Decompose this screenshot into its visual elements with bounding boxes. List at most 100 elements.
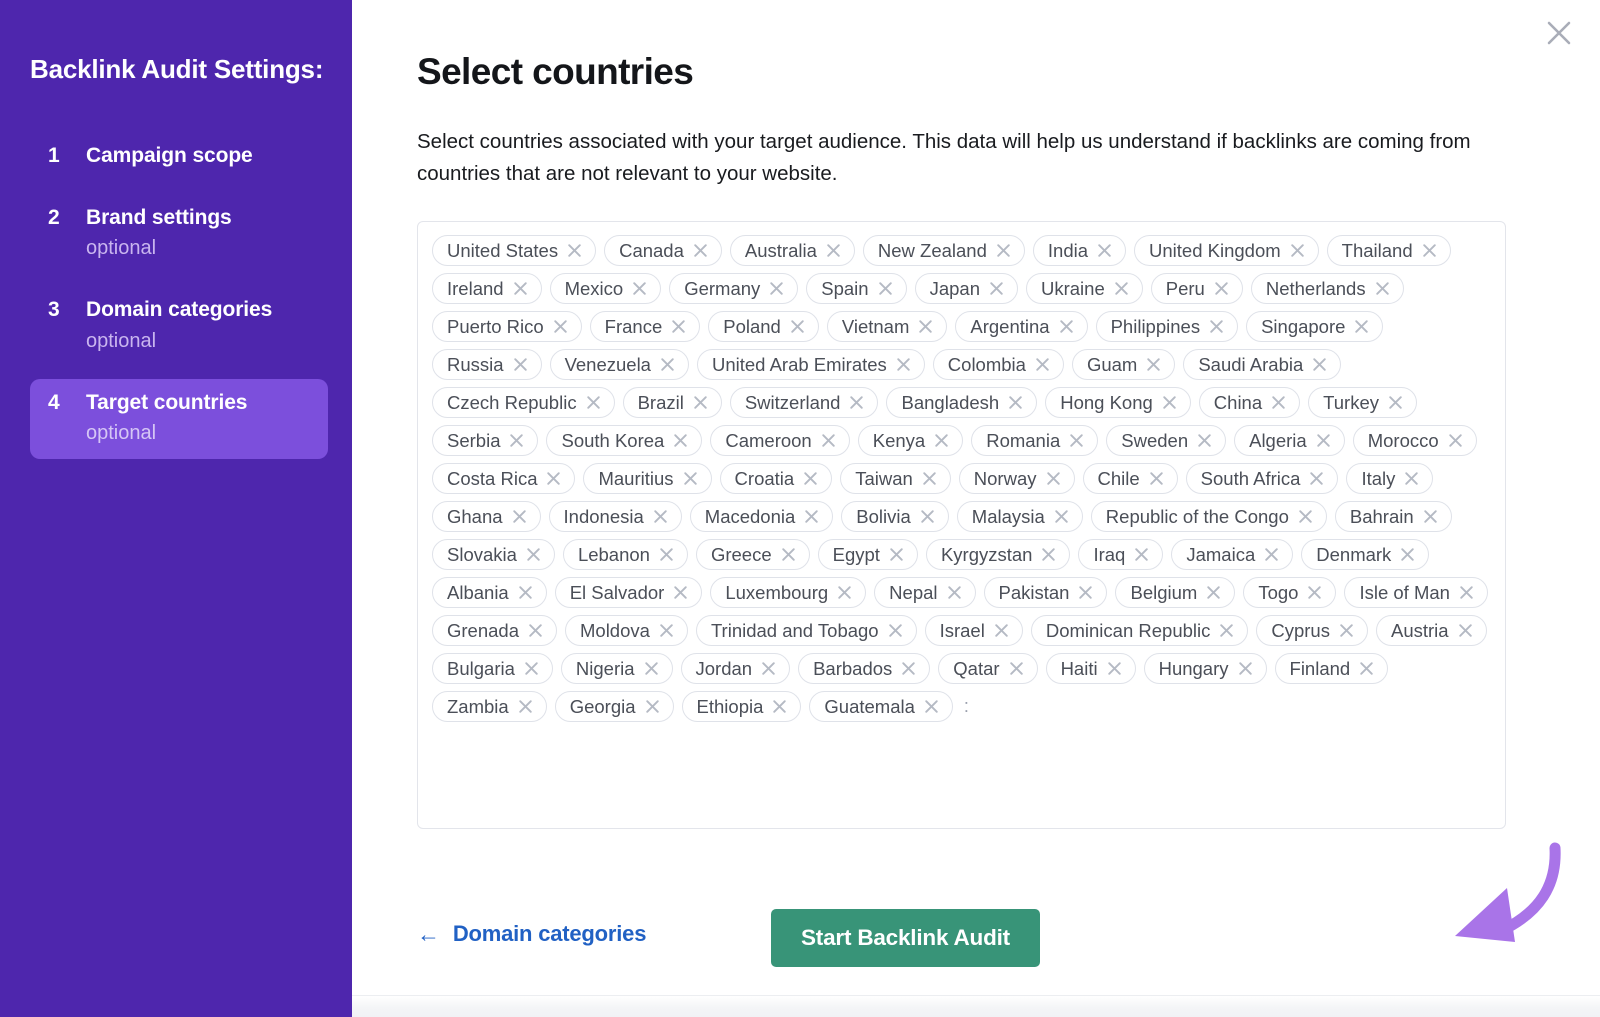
close-icon[interactable] [790,319,805,334]
country-chip[interactable]: Pakistan [983,577,1108,609]
country-chip[interactable]: Grenada [432,615,557,647]
close-icon[interactable] [1459,585,1474,600]
close-icon[interactable] [1536,10,1582,56]
close-icon[interactable] [1046,471,1061,486]
close-icon[interactable] [889,547,904,562]
country-chip[interactable]: Trinidad and Tobago [695,615,917,647]
close-icon[interactable] [918,319,933,334]
country-chip[interactable]: Turkey [1308,387,1417,419]
close-icon[interactable] [878,281,893,296]
close-icon[interactable] [526,547,541,562]
close-icon[interactable] [673,585,688,600]
country-chip[interactable]: Romania [971,425,1099,457]
country-chip[interactable]: Georgia [554,691,674,723]
country-chip[interactable]: Republic of the Congo [1090,501,1327,533]
close-icon[interactable] [509,433,524,448]
close-icon[interactable] [660,357,675,372]
close-icon[interactable] [586,395,601,410]
country-chip[interactable]: Bahrain [1334,501,1452,533]
close-icon[interactable] [1035,357,1050,372]
country-chip[interactable]: Austria [1375,615,1487,647]
country-chip[interactable]: Jordan [680,653,791,685]
country-chip[interactable]: Guam [1071,349,1176,381]
country-chip[interactable]: Greece [695,539,810,571]
close-icon[interactable] [553,319,568,334]
country-chip[interactable]: Ukraine [1026,273,1143,305]
country-chip[interactable]: Australia [729,235,855,267]
country-chip[interactable]: Norway [958,463,1075,495]
country-chip[interactable]: Colombia [932,349,1064,381]
country-chip[interactable]: Hungary [1143,653,1267,685]
country-chip[interactable]: Belgium [1115,577,1236,609]
country-chip[interactable]: Serbia [432,425,539,457]
close-icon[interactable] [1448,433,1463,448]
country-chip[interactable]: Nigeria [560,653,673,685]
country-chip[interactable]: Netherlands [1250,273,1404,305]
close-icon[interactable] [1458,623,1473,638]
close-icon[interactable] [1041,547,1056,562]
close-icon[interactable] [659,623,674,638]
close-icon[interactable] [1059,319,1074,334]
close-icon[interactable] [1009,661,1024,676]
close-icon[interactable] [546,471,561,486]
close-icon[interactable] [1298,509,1313,524]
close-icon[interactable] [632,281,647,296]
close-icon[interactable] [673,433,688,448]
close-icon[interactable] [653,509,668,524]
country-chip[interactable]: Costa Rica [432,463,576,495]
close-icon[interactable] [934,433,949,448]
close-icon[interactable] [683,471,698,486]
close-icon[interactable] [947,585,962,600]
start-backlink-audit-button[interactable]: Start Backlink Audit [771,909,1040,967]
close-icon[interactable] [1214,281,1229,296]
country-chip[interactable]: Slovakia [432,539,555,571]
country-chip[interactable]: Argentina [955,311,1088,343]
country-chip[interactable]: Hong Kong [1045,387,1191,419]
close-icon[interactable] [1271,395,1286,410]
close-icon[interactable] [1206,585,1221,600]
close-icon[interactable] [994,623,1009,638]
country-chip[interactable]: Iraq [1078,539,1164,571]
close-icon[interactable] [901,661,916,676]
close-icon[interactable] [1312,357,1327,372]
sidebar-item-brand-settings[interactable]: 2 Brand settings optional [30,194,328,274]
close-icon[interactable] [772,699,787,714]
close-icon[interactable] [659,547,674,562]
close-icon[interactable] [804,509,819,524]
country-chip[interactable]: Albania [432,577,547,609]
close-icon[interactable] [1375,281,1390,296]
close-icon[interactable] [645,699,660,714]
close-icon[interactable] [512,509,527,524]
country-chip[interactable]: France [589,311,701,343]
country-search-input[interactable]: : [964,691,969,722]
country-chip[interactable]: Jamaica [1171,539,1294,571]
close-icon[interactable] [1354,319,1369,334]
country-chip[interactable]: South Korea [546,425,703,457]
close-icon[interactable] [781,547,796,562]
close-icon[interactable] [924,699,939,714]
country-chip[interactable]: Zambia [432,691,547,723]
country-chip[interactable]: India [1032,235,1127,267]
country-chip[interactable]: Cameroon [710,425,850,457]
close-icon[interactable] [1423,509,1438,524]
country-chip[interactable]: Spain [806,273,907,305]
close-icon[interactable] [849,395,864,410]
close-icon[interactable] [896,357,911,372]
close-icon[interactable] [518,699,533,714]
close-icon[interactable] [826,243,841,258]
country-chip[interactable]: Egypt [817,539,918,571]
country-chip[interactable]: Indonesia [548,501,682,533]
close-icon[interactable] [1388,395,1403,410]
country-chip[interactable]: Israel [924,615,1023,647]
country-chip[interactable]: Puerto Rico [432,311,582,343]
country-chip[interactable]: Algeria [1234,425,1345,457]
country-chip[interactable]: Czech Republic [432,387,615,419]
country-chip[interactable]: Ghana [432,501,541,533]
country-chip[interactable]: New Zealand [862,235,1025,267]
country-chip[interactable]: Bangladesh [886,387,1038,419]
close-icon[interactable] [524,661,539,676]
country-chip[interactable]: Brazil [622,387,722,419]
close-icon[interactable] [803,471,818,486]
country-chip[interactable]: Barbados [798,653,931,685]
country-chip[interactable]: United Arab Emirates [696,349,925,381]
